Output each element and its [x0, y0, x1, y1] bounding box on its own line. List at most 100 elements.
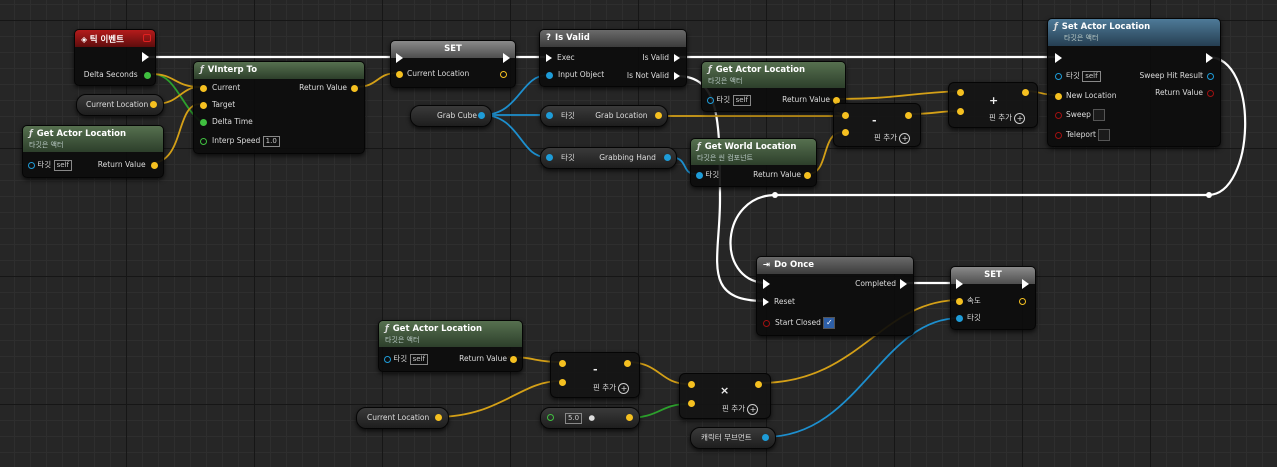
sweep-pin[interactable] [1055, 111, 1062, 119]
target-pin[interactable] [696, 171, 703, 179]
delta-time-pin[interactable] [200, 118, 207, 126]
return-row: Return Value [753, 170, 811, 180]
return-pin[interactable] [1207, 89, 1214, 97]
get-world-location-node[interactable]: ƒ Get World Location 타깃은 씬 컴포넌트 타깃 Return… [690, 138, 817, 187]
target-pin[interactable] [28, 161, 35, 169]
multiply-node[interactable]: × 핀 추가 + [679, 373, 771, 419]
set-velocity-node[interactable]: SET 속도 타깃 [950, 266, 1036, 330]
target-pin[interactable] [1055, 72, 1062, 80]
a-pin[interactable] [559, 360, 566, 367]
reset-exec-pin[interactable] [763, 298, 769, 306]
current-location-getter-2[interactable]: Current Location [356, 407, 449, 429]
input-object-pin[interactable] [546, 71, 553, 79]
float-literal-node[interactable]: 5.0 ● [540, 407, 640, 429]
target-pin[interactable] [200, 101, 207, 109]
exec-out-pin[interactable] [503, 53, 510, 63]
reroute-knot[interactable] [1206, 192, 1212, 198]
current-pin[interactable] [200, 84, 207, 92]
a-pin[interactable] [957, 89, 964, 96]
return-pin[interactable] [510, 355, 517, 363]
current-location-out-pin[interactable] [500, 71, 507, 78]
is-not-valid-exec-pin[interactable] [674, 72, 680, 80]
start-closed-checkbox[interactable]: ✓ [823, 317, 836, 329]
out-pin[interactable] [755, 381, 762, 388]
add-pin-button[interactable]: 핀 추가 + [989, 112, 1026, 124]
subtract-node[interactable]: - 핀 추가 + [833, 103, 921, 147]
grab-location-out-pin[interactable] [655, 112, 662, 119]
return-pin[interactable] [804, 171, 811, 179]
b-pin[interactable] [559, 379, 566, 386]
b-pin[interactable] [688, 400, 695, 407]
out-pin[interactable] [905, 112, 912, 119]
return-label: Return Value [753, 170, 801, 179]
exec-out-pin[interactable] [142, 52, 149, 62]
character-movement-getter[interactable]: 캐릭터 무브먼트 [690, 427, 776, 449]
float-in-pin[interactable] [547, 414, 554, 421]
target-pin[interactable] [546, 112, 553, 119]
get-actor-location-node-2[interactable]: ƒ Get Actor Location 타깃은 액터 타깃 self Retur… [701, 61, 846, 112]
current-location-pin[interactable] [396, 70, 403, 78]
teleport-pin[interactable] [1055, 131, 1062, 139]
character-movement-out-pin[interactable] [762, 434, 769, 441]
return-pin[interactable] [351, 84, 358, 92]
current-location-getter[interactable]: Current Location [76, 94, 164, 116]
return-label: Return Value [782, 95, 830, 104]
float-out-pin[interactable] [626, 414, 633, 421]
completed-exec-pin[interactable] [900, 279, 907, 289]
interp-speed-input[interactable]: 1.0 [262, 136, 280, 147]
is-valid-exec-pin[interactable] [674, 54, 680, 62]
grab-location-getter[interactable]: 타깃 Grab Location [540, 105, 668, 127]
teleport-checkbox[interactable] [1098, 129, 1111, 141]
grab-cube-getter[interactable]: Grab Cube [410, 105, 492, 127]
set-current-location-node[interactable]: SET Current Location [390, 40, 516, 88]
self-box: self [409, 354, 428, 365]
add-pin-button[interactable]: 핀 추가 + [722, 403, 759, 415]
start-closed-pin[interactable] [763, 319, 770, 327]
do-once-node[interactable]: ⇥ Do Once Completed Reset Start Closed ✓ [756, 256, 914, 336]
target-pin[interactable] [546, 154, 553, 161]
velocity-pin[interactable] [956, 297, 963, 305]
vinterp-to-node[interactable]: ƒ VInterp To Current Target Delta Time In… [193, 61, 365, 154]
tick-event-node[interactable]: ◈ 틱 이벤트 Delta Seconds [74, 29, 156, 86]
grabbing-hand-out-pin[interactable] [664, 154, 671, 161]
target-pin[interactable] [707, 96, 714, 104]
target-pin[interactable] [956, 314, 963, 322]
node-title: Get Actor Location [392, 324, 483, 334]
add-pin-button[interactable]: 핀 추가 + [874, 132, 911, 144]
exec-out-pin[interactable] [1206, 53, 1213, 63]
exec-in-pin[interactable] [396, 53, 403, 63]
is-valid-node[interactable]: ? Is Valid Exec Input Object Is Valid Is … [539, 29, 687, 87]
delta-seconds-pin[interactable] [144, 71, 151, 79]
grab-cube-out-pin[interactable] [478, 112, 485, 119]
out-pin[interactable] [1022, 89, 1029, 96]
current-location-out-pin[interactable] [435, 414, 442, 421]
subtract-node-2[interactable]: - 핀 추가 + [550, 352, 640, 398]
b-pin[interactable] [957, 108, 964, 115]
a-pin[interactable] [842, 112, 849, 119]
sweep-checkbox[interactable] [1093, 109, 1106, 121]
exec-in-pin[interactable] [956, 279, 963, 289]
node-header: ƒ VInterp To [194, 62, 364, 79]
current-location-out-pin[interactable] [150, 101, 157, 108]
velocity-out-pin[interactable] [1019, 298, 1026, 305]
get-actor-location-node-3[interactable]: ƒ Get Actor Location 타깃은 액터 타깃 self Retur… [378, 320, 523, 372]
out-pin[interactable] [624, 360, 631, 367]
interp-speed-pin[interactable] [200, 137, 207, 145]
a-pin[interactable] [688, 381, 695, 388]
exec-out-pin[interactable] [1022, 279, 1029, 289]
grabbing-hand-getter[interactable]: 타깃 Grabbing Hand [540, 147, 677, 169]
return-pin[interactable] [151, 161, 158, 169]
reroute-knot[interactable] [772, 192, 778, 198]
add-pin-button[interactable]: 핀 추가 + [593, 382, 630, 394]
target-pin[interactable] [384, 355, 391, 363]
exec-in-pin[interactable] [546, 54, 552, 62]
exec-in-pin[interactable] [1055, 53, 1062, 63]
get-actor-location-node[interactable]: ƒ Get Actor Location 타깃은 액터 타깃 self Retur… [22, 125, 164, 178]
sweep-hit-pin[interactable] [1207, 72, 1214, 80]
exec-in-pin[interactable] [763, 279, 770, 289]
float-value-input[interactable]: 5.0 [565, 413, 583, 424]
new-location-pin[interactable] [1055, 92, 1062, 100]
b-pin[interactable] [842, 129, 849, 136]
set-actor-location-node[interactable]: ƒ Set Actor Location 타깃은 액터 타깃 self New L… [1047, 18, 1221, 147]
add-node[interactable]: + 핀 추가 + [948, 82, 1038, 128]
